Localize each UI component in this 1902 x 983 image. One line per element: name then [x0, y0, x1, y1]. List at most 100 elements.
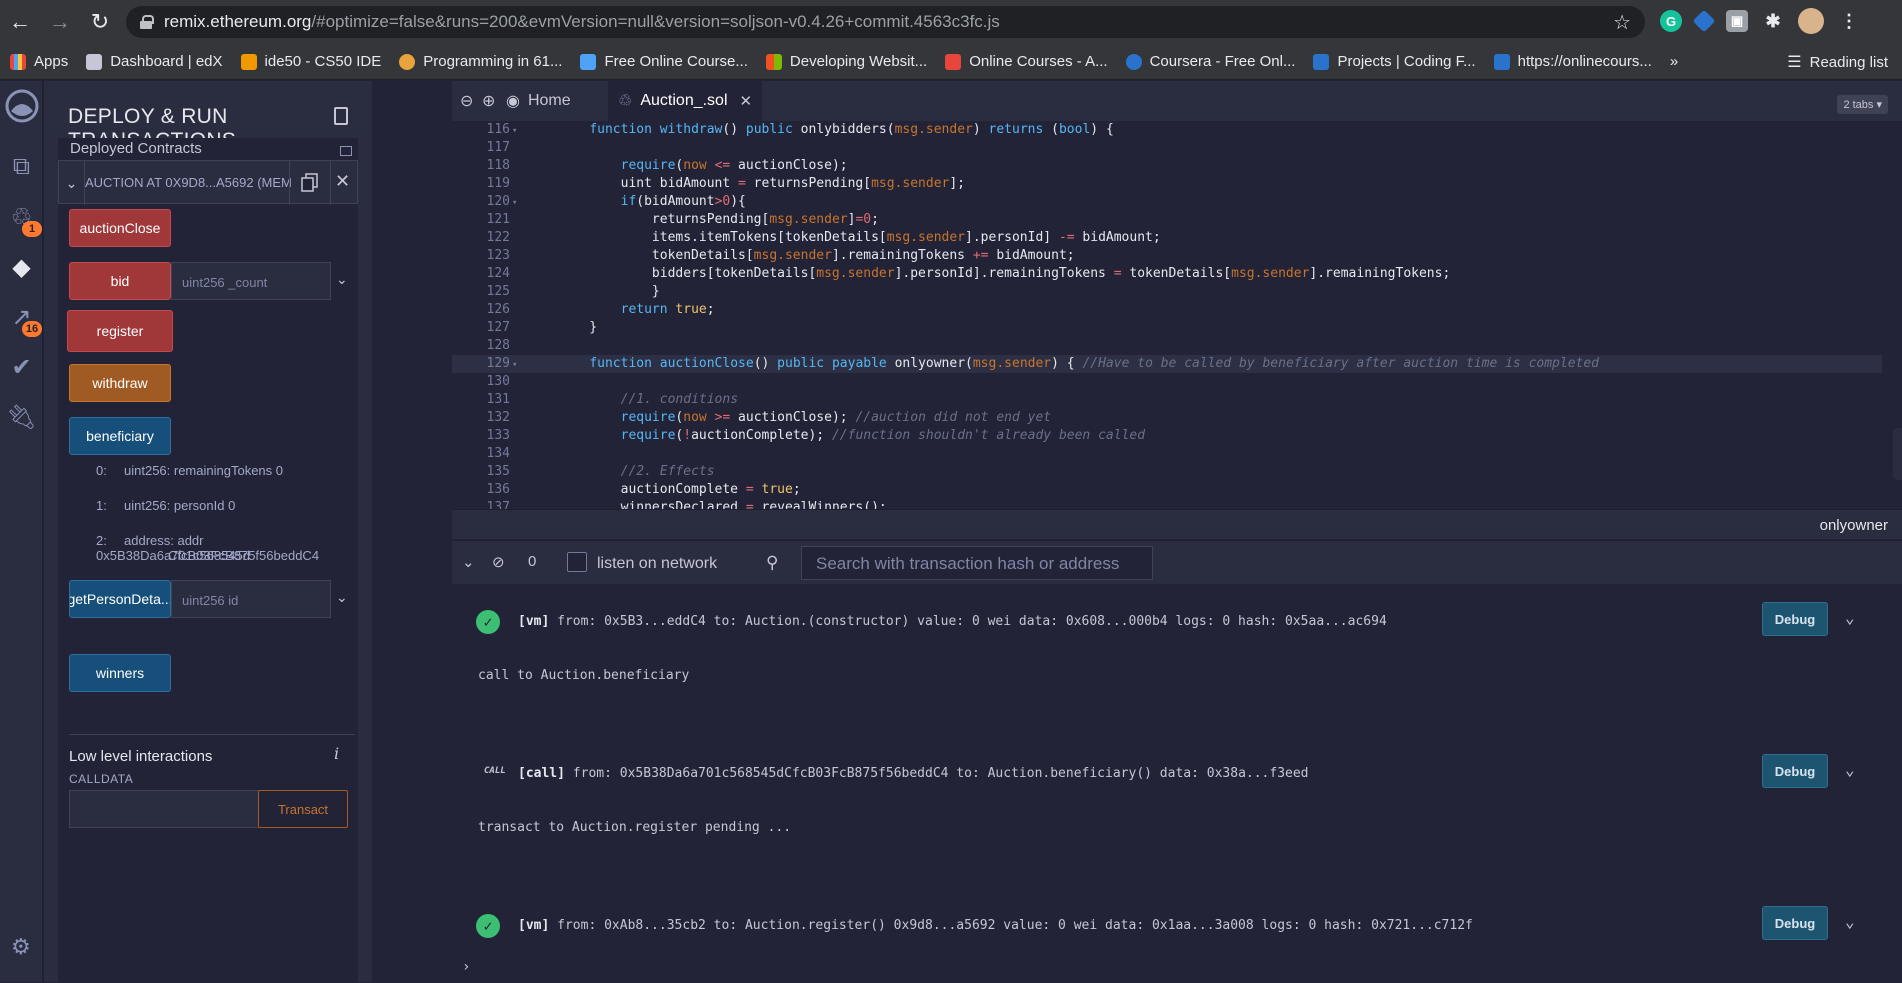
panel-content[interactable]: Deployed Contracts ⌄ AUCTION AT 0X9D8...…	[58, 138, 358, 983]
gear-icon[interactable]: ⚙	[11, 934, 31, 960]
search-input[interactable]: Search with transaction hash or address	[801, 546, 1153, 580]
chevron-down-icon[interactable]: ⌄	[1845, 608, 1855, 627]
remix-logo-icon[interactable]	[0, 87, 43, 125]
transact-button[interactable]: Transact	[258, 790, 348, 828]
beneficiary-button[interactable]: beneficiary	[69, 417, 171, 455]
bookmark-star-icon[interactable]: ☆	[1613, 10, 1631, 35]
chevron-down-icon[interactable]: ⌄	[1845, 912, 1855, 931]
debug-button[interactable]: Debug	[1762, 906, 1828, 940]
bid-count-input[interactable]: uint256 _count	[171, 262, 331, 300]
bookmark-item[interactable]: Programming in 61...	[399, 53, 562, 70]
reading-list-button[interactable]: ☰ Reading list	[1779, 44, 1888, 79]
puzzle-icon[interactable]: ✱	[1762, 10, 1784, 32]
chevron-down-icon[interactable]: ⌄	[336, 589, 348, 606]
tx-details: [vm] from: 0xAb8...35cb2 to: Auction.reg…	[518, 918, 1473, 933]
tab-auction-sol[interactable]: ♲ Auction_.sol ✕	[608, 81, 763, 121]
success-check-icon: ✓	[476, 610, 500, 634]
line-number: 123	[486, 248, 510, 263]
bookmark-item[interactable]: Developing Websit...	[765, 53, 928, 70]
terminal-output[interactable]: ✓ [vm] from: 0x5B3...eddC4 to: Auction.(…	[452, 585, 1902, 982]
output-index: 1:	[96, 498, 107, 513]
docs-icon[interactable]	[334, 107, 348, 125]
info-icon[interactable]: i	[334, 744, 339, 763]
bookmark-item[interactable]: Apps	[10, 53, 68, 70]
plugin-icon[interactable]: 🔌︎	[0, 403, 43, 432]
bookmark-item[interactable]: Projects | Coding F...	[1313, 53, 1476, 70]
line-number: 120	[486, 194, 510, 209]
clear-instances-icon[interactable]	[340, 146, 352, 156]
editor-scrollbar[interactable]	[1893, 428, 1902, 480]
grammarly-icon[interactable]: G	[1660, 10, 1682, 32]
bookmark-label: Developing Websit...	[789, 53, 928, 70]
projects-icon	[1313, 53, 1330, 70]
code-line: 119 uint bidAmount = returnsPending[msg.…	[452, 175, 1882, 193]
close-icon[interactable]: ✕	[335, 171, 350, 192]
tab-home[interactable]: ◉ Home	[496, 81, 581, 121]
address-bar[interactable]: remix.ethereum.org/#optimize=false&runs=…	[126, 6, 1645, 38]
close-icon[interactable]: ✕	[740, 92, 753, 110]
bookmark-item[interactable]: https://onlinecours...	[1493, 53, 1652, 70]
listen-checkbox[interactable]	[567, 552, 587, 572]
bookmark-label: Dashboard | edX	[110, 53, 223, 70]
bookmark-item[interactable]: ide50 - CS50 IDE	[240, 53, 381, 70]
avatar[interactable]	[1798, 8, 1824, 34]
line-number: 124	[486, 266, 510, 281]
bookmark-item[interactable]: Free Online Course...	[580, 53, 748, 70]
register-button[interactable]: register	[67, 310, 173, 352]
reload-icon[interactable]: ↻	[80, 0, 120, 44]
output-index: 0:	[96, 463, 107, 478]
debug-button[interactable]: Debug	[1762, 754, 1828, 788]
zoom-out-icon[interactable]: ⊖	[460, 91, 473, 111]
divider	[69, 734, 355, 735]
chevron-down-icon[interactable]: ⌄	[1845, 760, 1855, 779]
test-icon[interactable]: ✔	[0, 353, 43, 382]
copy-address-icon[interactable]	[289, 161, 331, 205]
programming-icon	[399, 53, 416, 70]
winners-button[interactable]: winners	[69, 654, 171, 692]
line-number: 125	[486, 284, 510, 299]
contract-instance: ⌄ AUCTION AT 0X9D8...A5692 (MEMORY) ✕	[58, 160, 358, 205]
forward-icon[interactable]: →	[40, 0, 80, 44]
zoom-in-icon[interactable]: ⊕	[482, 91, 495, 111]
clear-console-icon[interactable]: ⊘	[492, 553, 505, 571]
more-bookmarks[interactable]: »	[1670, 53, 1678, 70]
auctionclose-button[interactable]: auctionClose	[69, 209, 171, 247]
cs50-icon	[240, 53, 257, 70]
console-prompt[interactable]: ›	[462, 959, 470, 975]
bookmark-label: Apps	[34, 53, 69, 70]
tabs-count[interactable]: 2 tabs ▾	[1837, 95, 1888, 114]
debug-button[interactable]: Debug	[1762, 602, 1828, 636]
bookmark-item[interactable]: Dashboard | edX	[86, 53, 223, 70]
deploy-run-icon[interactable]: ◆	[0, 253, 43, 282]
screenshot-extension-icon[interactable]: ▣	[1726, 10, 1748, 32]
line-number: 116	[486, 122, 510, 137]
bookmark-item[interactable]: Coursera - Free Onl...	[1125, 53, 1295, 70]
collapse-terminal-icon[interactable]: ⌄	[462, 553, 475, 571]
person-id-input[interactable]: uint256 id	[171, 580, 331, 618]
tx-log-row[interactable]: ✓ [vm] from: 0x5B3...eddC4 to: Auction.(…	[452, 602, 1902, 640]
code-line: 137 winnersDeclared = revealWinners();	[452, 499, 1882, 509]
file-explorer-icon[interactable]: ⧉	[0, 153, 43, 181]
bid-button[interactable]: bid	[69, 262, 171, 300]
search-icon: ⚲	[766, 553, 779, 572]
bookmark-label: Projects | Coding F...	[1337, 53, 1476, 70]
back-icon[interactable]: ←	[0, 0, 40, 44]
extensions: G ▣ ✱ ⋮	[1660, 8, 1860, 34]
code-line: 118 require(now <= auctionClose);	[452, 157, 1882, 175]
code-editor[interactable]: 116 ▾ function withdraw() public onlybidd…	[452, 121, 1902, 509]
bookmark-item[interactable]: Online Courses - A...	[945, 53, 1108, 70]
chevron-down-icon[interactable]: ⌄	[59, 161, 85, 205]
menu-icon[interactable]: ⋮	[1838, 10, 1860, 32]
tab-label: Auction_.sol	[640, 92, 728, 109]
getpersondetails-button[interactable]: getPersonDeta...	[69, 580, 171, 618]
calldata-input[interactable]	[69, 790, 259, 828]
terminal-toolbar: ⌄ ⊘ 0 listen on network ⚲ Search with tr…	[452, 540, 1902, 584]
tx-details: [vm] from: 0x5B3...eddC4 to: Auction.(co…	[518, 614, 1387, 629]
listen-label: listen on network	[597, 555, 718, 572]
withdraw-button[interactable]: withdraw	[69, 364, 171, 402]
chevron-down-icon[interactable]: ⌄	[336, 271, 348, 288]
diamond-extension-icon[interactable]	[1692, 9, 1716, 33]
code-line: 125 }	[452, 283, 1882, 301]
tx-log-row[interactable]: ✓ [vm] from: 0xAb8...35cb2 to: Auction.r…	[452, 906, 1902, 944]
tx-log-row[interactable]: CALL [call] from: 0x5B38Da6a701c568545dC…	[452, 754, 1902, 792]
